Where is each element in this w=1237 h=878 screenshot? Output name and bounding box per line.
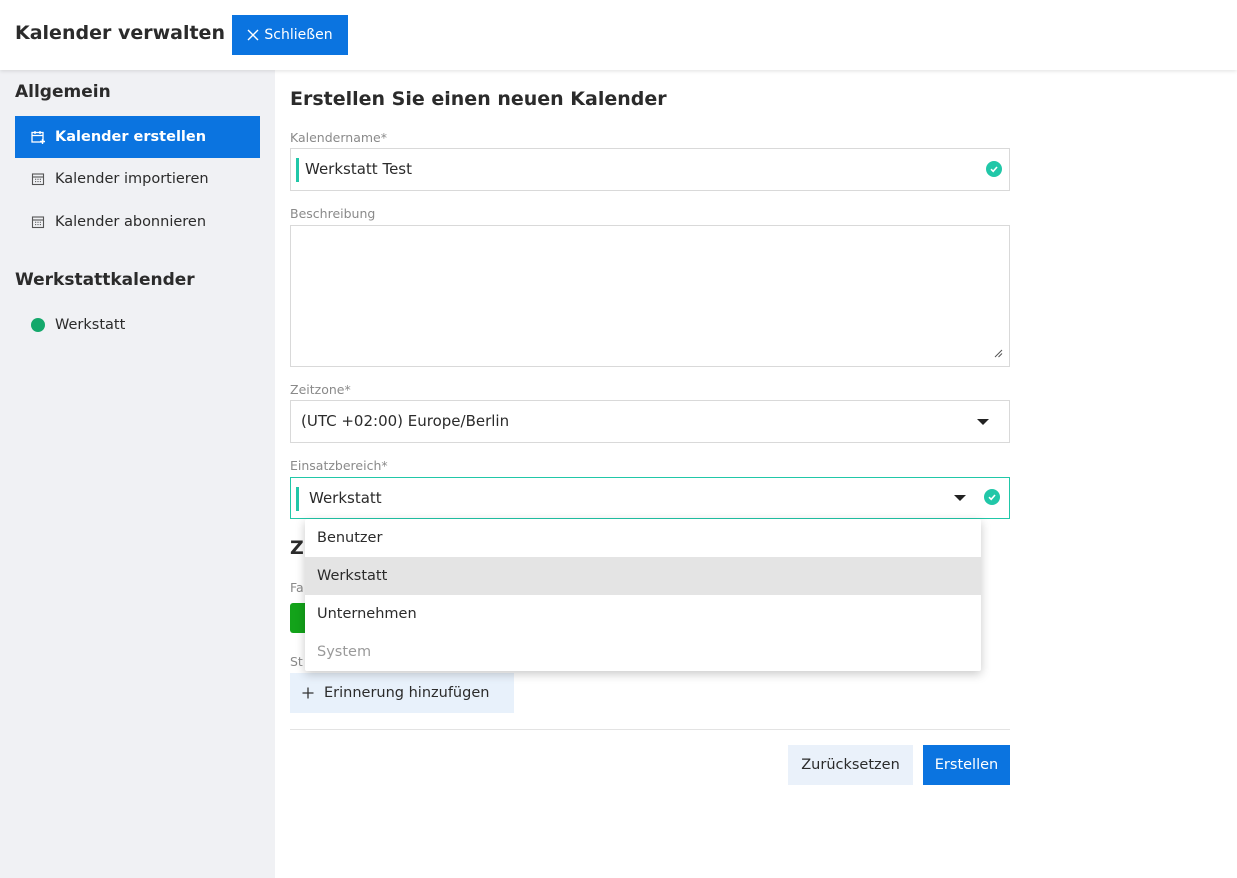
close-button[interactable]: Schließen [232,15,348,55]
calendar-icon [31,216,45,229]
sidebar-item-label: Kalender erstellen [55,129,207,145]
calendar-name-label: Kalendername* [290,130,387,145]
color-label: Fa [290,580,304,595]
check-circle-icon [984,489,1000,505]
sidebar-item-calendar-werkstatt[interactable]: Werkstatt [15,304,260,346]
create-button[interactable]: Erstellen [923,745,1010,785]
calendar-name-value: Werkstatt Test [305,160,412,178]
add-reminder-label: Erinnerung hinzufügen [324,685,490,701]
scope-label: Einsatzbereich* [290,458,388,473]
sidebar-item-import-calendar[interactable]: Kalender importieren [15,158,260,200]
caret-down-icon [954,495,966,501]
sidebar-section-general: Allgemein [15,82,111,102]
sidebar-section-workshop: Werkstattkalender [15,270,195,290]
calendar-plus-icon [31,131,45,144]
dropdown-option-unternehmen[interactable]: Unternehmen [305,595,981,633]
calendar-color-dot [31,318,45,332]
dropdown-option-system: System [317,644,372,660]
sidebar-item-label: Kalender importieren [55,171,209,187]
description-textarea[interactable] [290,225,1010,367]
sidebar-item-label: Kalender abonnieren [55,214,207,230]
close-icon [247,29,259,41]
sidebar-item-subscribe-calendar[interactable]: Kalender abonnieren [15,201,260,243]
caret-down-icon [977,419,989,425]
valid-indicator-bar [296,158,299,182]
sidebar: Allgemein Kalender erstellen Kalender im… [0,70,275,878]
calendar-name-input[interactable]: Werkstatt Test [290,148,1010,191]
resize-handle-icon[interactable] [994,349,1003,358]
form-title: Erstellen Sie einen neuen Kalender [290,88,667,110]
calendar-icon [31,173,45,186]
reminder-label: St [290,654,303,669]
valid-indicator-bar [296,487,299,511]
scope-value: Werkstatt [309,489,382,507]
plus-icon [302,687,314,699]
scope-dropdown-menu: Benutzer Werkstatt Unternehmen System [305,519,981,671]
sidebar-item-label: Werkstatt [55,317,126,333]
close-button-label: Schließen [264,27,333,43]
section-heading: Z [290,537,304,559]
check-circle-icon [986,161,1002,177]
timezone-label: Zeitzone* [290,382,351,397]
divider [290,729,1010,730]
add-reminder-button[interactable]: Erinnerung hinzufügen [290,673,514,713]
timezone-value: (UTC +02:00) Europe/Berlin [301,412,510,430]
dropdown-option-benutzer[interactable]: Benutzer [305,519,981,557]
description-label: Beschreibung [290,206,376,221]
timezone-select[interactable]: (UTC +02:00) Europe/Berlin [290,400,1010,443]
dropdown-option-werkstatt[interactable]: Werkstatt [305,557,981,595]
header-bar: Kalender verwalten Schließen [0,0,1237,70]
reset-button[interactable]: Zurücksetzen [788,745,913,785]
sidebar-item-create-calendar[interactable]: Kalender erstellen [15,116,260,158]
scope-select[interactable]: Werkstatt [290,477,1010,519]
page-title: Kalender verwalten [15,22,225,44]
